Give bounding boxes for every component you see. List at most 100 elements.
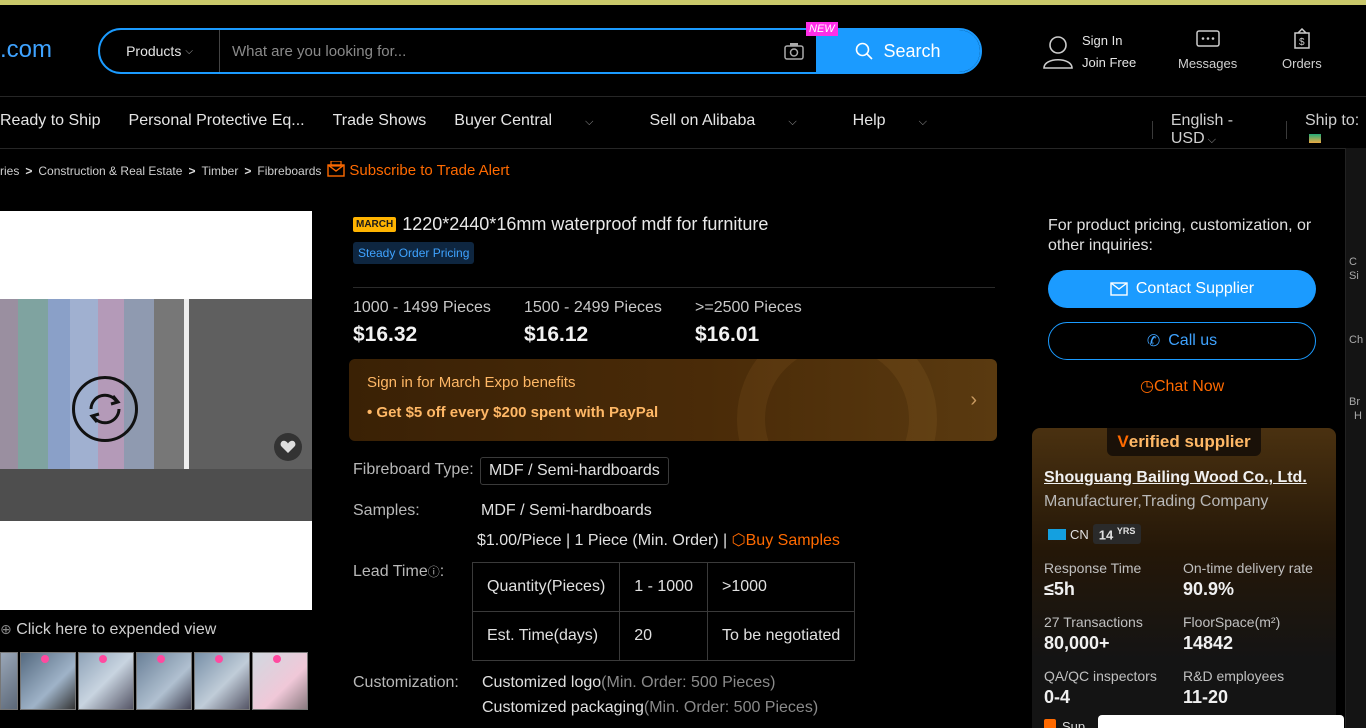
samples-label: Samples:: [353, 502, 420, 519]
chat-now-link[interactable]: ◷Chat Now: [1140, 376, 1224, 396]
nav-help-label: Help: [852, 112, 886, 129]
thumbnail[interactable]: [0, 652, 18, 710]
table-cell: Quantity(Pieces): [471, 562, 621, 612]
locale-bar: English - USD ⌵ Ship to:: [1134, 112, 1366, 148]
customization-packaging: Customized packaging(Min. Order: 500 Pie…: [482, 699, 818, 717]
promo-line2: • Get $5 off every $200 spent with PayPa…: [367, 404, 659, 421]
stat-value: 80,000+: [1044, 633, 1110, 653]
nav-trade-shows[interactable]: Trade Shows: [333, 112, 427, 130]
samples-price: $1.00/Piece | 1 Piece (Min. Order) |: [477, 532, 728, 549]
thumbnail[interactable]: [194, 652, 250, 710]
stat-qaqc: QA/QC inspectors 0-4: [1044, 668, 1157, 708]
thumbnail[interactable]: [20, 652, 76, 710]
join-free-link[interactable]: Join Free: [1082, 52, 1136, 74]
price-tier: 1500 - 2499 Pieces $16.12: [524, 299, 662, 347]
stat-value: 14842: [1183, 633, 1234, 653]
march-tag: MARCH: [353, 217, 397, 232]
table-cell: 20: [619, 611, 708, 661]
supplier-extra-row: Sup: [1044, 719, 1085, 728]
search-button[interactable]: Search: [816, 30, 980, 72]
table-cell: To be negotiated: [706, 611, 856, 661]
expo-promo-banner[interactable]: Sign in for March Expo benefits • Get $5…: [349, 359, 997, 441]
sign-in-area[interactable]: Sign In Join Free: [1042, 30, 1136, 74]
samples-value: MDF / Semi-hardboards: [481, 502, 652, 519]
nav-sell-on-alibaba[interactable]: Sell on Alibaba ⌵: [649, 112, 824, 130]
breadcrumb-item[interactable]: Construction & Real Estate: [38, 164, 182, 178]
sidebar-item[interactable]: C: [1349, 256, 1357, 268]
stat-value: 11-20: [1183, 687, 1229, 707]
product-main-image[interactable]: [0, 211, 312, 610]
fibreboard-type-option[interactable]: MDF / Semi-hardboards: [480, 457, 669, 485]
promo-decoration: [737, 359, 937, 441]
sidebar-item[interactable]: Br: [1349, 396, 1360, 408]
phone-icon: ✆: [1146, 333, 1161, 350]
sidebar-item[interactable]: H: [1354, 410, 1362, 422]
thumbnail[interactable]: [78, 652, 134, 710]
message-icon: [1195, 30, 1220, 47]
stat-label: R&D employees: [1183, 668, 1285, 684]
thumbnail[interactable]: [136, 652, 192, 710]
contact-supplier-button[interactable]: Contact Supplier: [1048, 270, 1316, 308]
language-label: English - USD: [1170, 112, 1234, 147]
stat-label: 27 Transactions: [1044, 614, 1143, 630]
nav-ready-to-ship[interactable]: Ready to Ship: [0, 112, 101, 130]
breadcrumb-separator: >: [188, 163, 196, 178]
popup-panel[interactable]: [1098, 715, 1344, 728]
supplier-extra-label: Sup: [1062, 719, 1086, 728]
search-input[interactable]: [220, 30, 772, 72]
main-nav: Ready to Ship Personal Protective Eq... …: [0, 112, 983, 130]
stat-floorspace: FloorSpace(m²) 14842: [1183, 614, 1280, 654]
stat-label: QA/QC inspectors: [1044, 668, 1157, 684]
sidebar-item[interactable]: Si: [1349, 270, 1359, 282]
thumbnail[interactable]: [252, 652, 308, 710]
inquiry-text: For product pricing, customization, or o…: [1048, 217, 1312, 254]
chevron-down-icon: ⌵: [918, 116, 927, 128]
nav-buyer-central[interactable]: Buyer Central ⌵: [454, 112, 621, 130]
chevron-down-icon: ⌵: [1207, 134, 1216, 146]
call-us-button[interactable]: ✆ Call us: [1048, 322, 1316, 360]
custom-logo-text: Customized logo: [482, 674, 602, 691]
help-icon[interactable]: ⓘ: [428, 565, 440, 579]
category-dropdown[interactable]: Products ⌵: [100, 30, 220, 72]
logo[interactable]: .com: [0, 36, 52, 64]
sidebar-item[interactable]: Ch: [1349, 334, 1363, 346]
product-title-text: 1220*2440*16mm waterproof mdf for furnit…: [402, 214, 769, 234]
buy-samples-link[interactable]: ⬡Buy Samples: [732, 532, 840, 549]
ship-to-selector[interactable]: Ship to:: [1305, 112, 1366, 148]
360-view-icon[interactable]: [72, 376, 138, 442]
separator: [1286, 121, 1287, 139]
price-tier: 1000 - 1499 Pieces $16.32: [353, 299, 491, 347]
nav-buyer-central-label: Buyer Central: [454, 112, 553, 129]
expand-view-link[interactable]: ⊕ Click here to expended view: [0, 621, 216, 639]
orders-icon: $: [1294, 28, 1310, 49]
chevron-right-icon: ›: [970, 389, 977, 411]
camera-icon[interactable]: [772, 30, 816, 72]
promo-line1: Sign in for March Expo benefits: [367, 374, 576, 391]
breadcrumb-separator: >: [25, 163, 33, 178]
language-selector[interactable]: English - USD ⌵: [1171, 112, 1268, 148]
years-badge: 14 YRS: [1092, 524, 1142, 545]
nav-help[interactable]: Help ⌵: [853, 112, 955, 130]
search-button-label: Search: [883, 40, 941, 61]
product-photo: [0, 299, 312, 521]
messages-button[interactable]: Messages: [1178, 30, 1237, 71]
chat-icon: ◷: [1140, 378, 1154, 395]
custom-logo-moq: (Min. Order: 500 Pieces): [601, 674, 776, 691]
subscribe-trade-alert-link[interactable]: Subscribe to Trade Alert: [349, 162, 509, 179]
verified-supplier-heading: Verified supplier: [1032, 428, 1336, 456]
breadcrumb-item[interactable]: Timber: [201, 164, 238, 178]
zoom-icon: ⊕: [0, 621, 12, 637]
sign-in-link[interactable]: Sign In: [1082, 30, 1136, 52]
contact-supplier-label: Contact Supplier: [1135, 280, 1255, 297]
search-icon: [856, 42, 874, 60]
breadcrumb-item[interactable]: Fibreboards: [257, 164, 321, 178]
breadcrumb-item[interactable]: ries: [0, 164, 19, 178]
supplier-name-link[interactable]: Shouguang Bailing Wood Co., Ltd.: [1044, 469, 1307, 487]
nav-personal-protective[interactable]: Personal Protective Eq...: [129, 112, 305, 130]
stat-rd-employees: R&D employees 11-20: [1183, 668, 1284, 708]
call-us-label: Call us: [1168, 332, 1218, 349]
tier-quantity: >=2500 Pieces: [695, 299, 802, 316]
orders-button[interactable]: $ Orders: [1282, 28, 1322, 71]
favorite-heart-icon[interactable]: [274, 433, 302, 461]
verified-v: V: [1117, 432, 1129, 451]
